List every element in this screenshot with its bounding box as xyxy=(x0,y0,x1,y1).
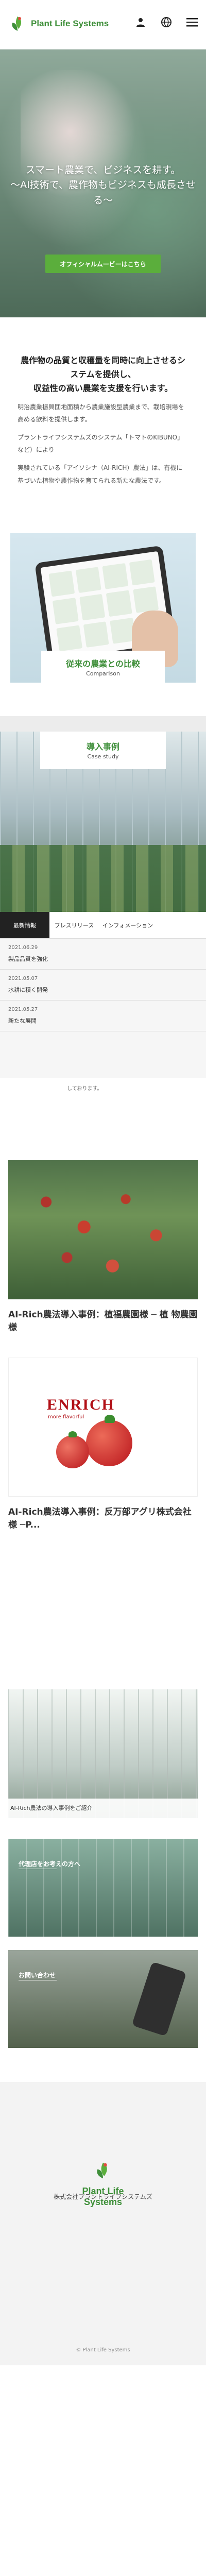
category-card[interactable]: AI-Rich農法の導入事例をご紹介 xyxy=(8,1689,198,1818)
hero-line-2: ～AI技術で、農作物もビジネスも成長させる～ xyxy=(10,179,196,206)
case-card[interactable]: ENRICH more flavorful AI-Rich農法導入事例：反万部ア… xyxy=(8,1358,198,1531)
hero-copy: スマート農業で、ビジネスを耕す。 ～AI技術で、農作物もビジネスも成長させる～ xyxy=(10,163,196,208)
case-study-hero: 導入事例 Case study xyxy=(0,732,206,912)
contact-banner[interactable]: お問い合わせ xyxy=(8,1950,198,2048)
intro-body-3: 実験されている「アイソシナ（AI-RICH）農法」は、有機に基づいた植物や農作物… xyxy=(18,464,183,484)
footer-leaf-logo-icon xyxy=(97,2162,107,2179)
category-card-title: AI-Rich農法の導入事例をご紹介 xyxy=(10,1804,93,1811)
header-icons xyxy=(133,14,200,30)
enrich-brand: ENRICH xyxy=(47,1396,115,1414)
tab-latest[interactable]: 最新情報 xyxy=(0,912,49,939)
comparison-subtitle: Comparison xyxy=(86,670,120,677)
news-end: しております。 xyxy=(0,1078,206,1140)
case-study-card[interactable]: 導入事例 Case study xyxy=(40,732,166,770)
agency-banner-label: 代理店をお考えの方へ xyxy=(19,1860,81,1868)
comparison-card[interactable]: 従来の農業との比較 Comparison xyxy=(41,651,165,687)
intro-heading-line-2: 収益性の高い農業を支援を行います。 xyxy=(33,383,173,394)
intro-body-1: 明治農業振興団地面積から農業施設型農業まで、栽培現場を高める飲料を提供します。 xyxy=(18,403,184,423)
tomato-photo xyxy=(8,1160,198,1300)
news-title: 製品品質を強化 xyxy=(8,956,48,963)
logo-text: Plant Life Systems xyxy=(31,19,109,28)
comparison-section: 従来の農業との比較 Comparison xyxy=(0,518,206,707)
blank-space xyxy=(0,1555,206,1689)
news-item[interactable]: 2021.06.29 製品品質を強化 xyxy=(0,939,206,970)
hero-line-1: スマート農業で、ビジネスを耕す。 xyxy=(25,164,181,176)
case-list: AI-Rich農法導入事例：植福農園様 ─ 植 物農園様 ENRICH more… xyxy=(0,1140,206,1532)
leaf-logo-icon xyxy=(12,16,22,31)
footer-copyright: © Plant Life Systems xyxy=(76,2347,130,2353)
menu-icon[interactable] xyxy=(184,14,200,30)
intro-section: 農作物の品質と収穫量を同時に向上させるシステムを提供し、 収益性の高い農業を支援… xyxy=(0,317,206,518)
case-card-title: AI-Rich農法導入事例：植福農園様 ─ 植 物農園様 xyxy=(8,1310,198,1333)
globe-icon[interactable] xyxy=(159,14,174,30)
case-study-title: 導入事例 xyxy=(86,742,119,752)
official-movie-button[interactable]: オフィシャルムービーはこちら xyxy=(45,255,161,273)
case-card-title: AI-Rich農法導入事例：反万部アグリ株式会社 様 ─P... xyxy=(8,1507,192,1531)
site-header: Plant Life Systems xyxy=(0,0,206,49)
intro-body-2: プラントライフシステムズのシステム「トマトのKIBUNO」など）により xyxy=(18,433,184,454)
news-date: 2021.06.29 xyxy=(8,945,38,951)
tomato-small-icon xyxy=(56,1431,89,1469)
footer-company: 株式会社プラントライフシステムズ xyxy=(54,2193,152,2200)
news-title: 新たな展開 xyxy=(8,1018,37,1025)
news-item[interactable]: 2021.05.27 新たな展開 xyxy=(0,1001,206,1032)
intro-heading-line-1: 農作物の品質と収穫量を同時に向上させるシステムを提供し、 xyxy=(20,355,185,380)
news-title: 水耕に積く開発 xyxy=(8,987,48,994)
agency-banner[interactable]: 代理店をお考えの方へ xyxy=(8,1838,198,1937)
logo[interactable]: Plant Life Systems xyxy=(7,13,109,34)
greenhouse-photo: AI-Rich農法の導入事例をご紹介 xyxy=(8,1689,198,1818)
enrich-tagline: more flavorful xyxy=(48,1414,84,1420)
news-section: 最新情報 プレスリリース インフォメーション 2021.06.29 製品品質を強… xyxy=(0,912,206,1140)
news-tabs: 最新情報 プレスリリース インフォメーション xyxy=(0,912,206,939)
enrich-logo-image: ENRICH more flavorful xyxy=(8,1358,198,1497)
news-item[interactable]: 2021.05.07 水耕に積く開発 xyxy=(0,970,206,1001)
news-date: 2021.05.07 xyxy=(8,976,38,982)
user-icon[interactable] xyxy=(133,14,148,30)
intro-heading: 農作物の品質と収穫量を同時に向上させるシステムを提供し、 収益性の高い農業を支援… xyxy=(18,353,188,396)
tomato-large-icon xyxy=(86,1415,132,1467)
news-list: 2021.06.29 製品品質を強化 2021.05.07 水耕に積く開発 20… xyxy=(0,939,206,1037)
case-card[interactable]: AI-Rich農法導入事例：植福農園様 ─ 植 物農園様 xyxy=(8,1160,198,1334)
news-blank xyxy=(0,1037,206,1078)
hero: スマート農業で、ビジネスを耕す。 ～AI技術で、農作物もビジネスも成長させる～ … xyxy=(0,49,206,317)
tab-information[interactable]: インフォメーション xyxy=(99,912,157,938)
site-footer: Plant Life Systems 株式会社プラントライフシステムズ © Pl… xyxy=(0,2081,206,2365)
tab-press-release[interactable]: プレスリリース xyxy=(49,912,99,938)
case-band xyxy=(0,716,206,732)
news-note: しております。 xyxy=(67,1086,102,1092)
footer-spacer xyxy=(0,2061,206,2082)
comparison-title: 従来の農業との比較 xyxy=(66,659,140,669)
contact-banner-label: お問い合わせ xyxy=(19,1971,56,1979)
case-study-subtitle: Case study xyxy=(87,753,119,760)
news-date: 2021.05.27 xyxy=(8,1007,38,1013)
